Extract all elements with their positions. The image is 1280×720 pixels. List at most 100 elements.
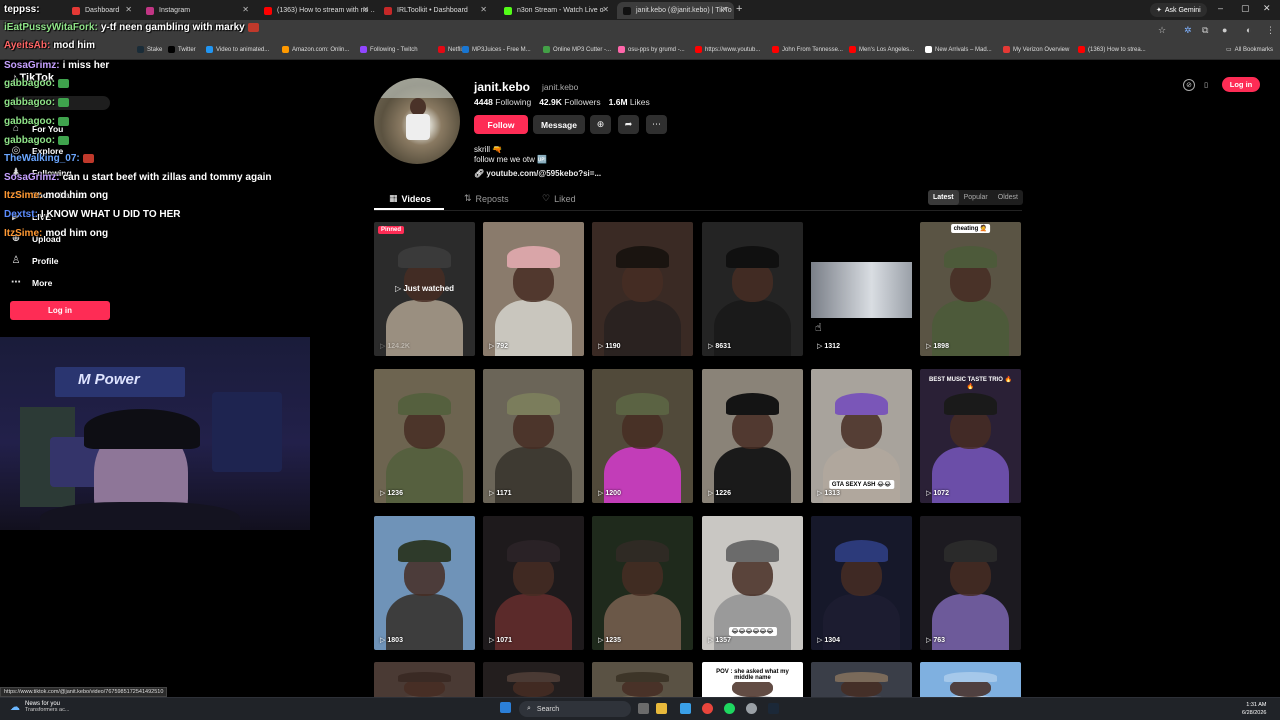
bookmark-favicon-icon [925,46,932,53]
close-window-button[interactable]: ✕ [1263,3,1271,14]
tab-reposts[interactable]: ⇅ Reposts [464,193,509,204]
task-view-icon[interactable] [638,703,649,714]
follow-button[interactable]: Follow [474,115,528,134]
browser-tab[interactable]: janit.kebo (@janit.kebo) | TikTo ✕ [617,2,734,19]
bookmark-item[interactable]: My Verizon Overview [1003,46,1069,53]
video-thumbnail[interactable]: cheating 🤦 ▷ 1898 [920,222,1021,356]
all-bookmarks[interactable]: ▭ All Bookmarks [1226,46,1273,54]
video-thumbnail[interactable]: ▷ 8631 [702,222,803,356]
taskbar-search[interactable]: ⌕ Search [519,701,631,717]
video-thumbnail[interactable]: ▷ 1226 [702,369,803,503]
bookmark-item[interactable]: Netflix [438,46,465,53]
tab-close-icon[interactable]: ✕ [480,5,487,14]
bookmark-item[interactable]: Twitter [168,46,196,53]
bookmark-item[interactable]: MP3Juices - Free M... [462,46,531,53]
steam-icon[interactable] [768,703,779,714]
tab-close-icon[interactable]: ✕ [721,5,728,14]
followers-stat[interactable]: 42.9K Followers [539,97,600,107]
windows-taskbar: ☁ News for you Transformers ac... ⌕ Sear… [0,697,1280,720]
video-thumbnail[interactable]: ▷ 763 [920,516,1021,650]
tab-close-icon[interactable]: ✕ [362,5,369,14]
maximize-button[interactable]: ▢ [1241,3,1250,14]
video-thumbnail[interactable]: ▷ 792 [483,222,584,356]
browser-tab[interactable]: Dashboard ✕ [66,2,138,19]
account-icon[interactable]: ◐ [1246,25,1251,35]
video-thumbnail[interactable]: GTA SEXY ASH 😂😂 ▷ 1313 [811,369,912,503]
chrome-icon[interactable] [702,703,713,714]
video-thumbnail[interactable]: Pinned ▷ Just watched ▷ 124.2K [374,222,475,356]
message-button[interactable]: Message [533,115,585,134]
tab-close-icon[interactable]: ✕ [125,5,132,14]
video-thumbnail[interactable]: ▷ 1071 [483,516,584,650]
profile-avatar[interactable] [374,78,460,164]
view-count: ▷ 1190 [598,342,621,351]
tab-close-icon[interactable]: ✕ [242,5,249,14]
file-explorer-icon[interactable] [656,703,667,714]
view-count-text: 1312 [824,342,840,350]
share-icon[interactable]: ➦ [618,115,639,134]
bookmark-item[interactable]: Video to animated... [206,46,269,53]
video-thumbnail[interactable]: ▷ 1200 [592,369,693,503]
sort-popular[interactable]: Popular [959,190,993,205]
sidebar-login-button[interactable]: Log in [10,301,110,320]
device-icon[interactable]: ▯ [1200,79,1212,91]
profile-avatar-icon[interactable]: ● [1222,25,1227,35]
more-options-icon[interactable]: ⋯ [646,115,667,134]
video-thumbnail[interactable]: ▷ 1312 [811,222,912,356]
spotify-icon[interactable] [724,703,735,714]
bookmark-item[interactable]: Following - Twitch [360,46,418,53]
browser-tab[interactable]: Instagram ✕ [140,2,255,19]
weather-widget[interactable]: ☁ News for you Transformers ac... [10,701,69,713]
bookmark-item[interactable]: osu-pps by grumd -... [618,46,685,53]
bookmark-item[interactable]: New Arrivals – Mad... [925,46,992,53]
video-thumbnail[interactable]: ▷ 1236 [374,369,475,503]
browser-tab[interactable]: IRLToolkit • Dashboard ✕ [378,2,493,19]
star-icon[interactable]: ☆ [1158,25,1166,36]
puzzle-icon[interactable]: ⧉ [1202,25,1208,36]
following-stat[interactable]: 4448 Following [474,97,531,107]
view-count: ▷ 1304 [817,636,840,645]
thumbnail-figure-hat [944,393,997,415]
bookmark-item[interactable]: Online MP3 Cutter -... [543,46,611,53]
bookmark-item[interactable]: Amazon.com: Onlin... [282,46,349,53]
system-clock[interactable]: 1:31 AM 6/28/2026 [1242,701,1266,717]
video-thumbnail[interactable]: 😂😂😂😂😂😂 ▷ 1357 [702,516,803,650]
store-icon[interactable] [680,703,691,714]
avatar-shirt [406,114,430,140]
ask-gemini-button[interactable]: ✦ Ask Gemini [1150,3,1207,17]
tab-close-icon[interactable]: ✕ [602,5,609,14]
video-thumbnail[interactable]: BEST MUSIC TASTE TRIO 🔥🔥 ▷ 1072 [920,369,1021,503]
browser-tab[interactable]: n3on Stream - Watch Live o ✕ [498,2,615,19]
video-thumbnail[interactable]: ▷ 1235 [592,516,693,650]
sidebar-item-more[interactable]: ⋯ More [10,277,52,288]
compass-icon[interactable]: ⊘ [1183,79,1195,91]
sidebar-item-profile[interactable]: ♙ Profile [10,255,59,266]
start-icon[interactable] [500,702,511,713]
video-thumbnail[interactable]: ▷ 1190 [592,222,693,356]
sort-oldest[interactable]: Oldest [993,190,1023,205]
video-thumbnail[interactable]: ▷ 1171 [483,369,584,503]
video-thumbnail[interactable]: ▷ 1304 [811,516,912,650]
menu-icon[interactable]: ⋮ [1266,25,1275,36]
bookmark-item[interactable]: Stake [137,46,162,53]
bookmark-item[interactable]: https://www.youtub... [695,46,760,53]
bio-link[interactable]: 🔗︎ youtube.com/@595kebo?si=... [474,169,601,178]
bookmark-item[interactable]: Men's Los Angeles... [849,46,914,53]
view-count-text: 1898 [933,342,949,350]
bookmark-item[interactable]: (1363) How to strea... [1078,46,1146,53]
browser-tab[interactable]: (1363) How to stream with no ... ✕ [258,2,375,19]
video-thumbnail[interactable]: ▷ 1803 [374,516,475,650]
minimize-button[interactable]: – [1218,3,1223,13]
tab-liked[interactable]: ♡ Liked [542,193,576,204]
sort-latest[interactable]: Latest [928,190,959,205]
thumbnail-figure-face [513,409,554,450]
add-friend-icon[interactable]: ⊕ [590,115,611,134]
header-login-button[interactable]: Log in [1222,77,1260,92]
bio-line-1: skrill 🔫 [474,145,503,154]
extension-icon[interactable]: ✲ [1184,25,1192,36]
chat-text: can u start beef with zillas and tommy a… [62,172,272,183]
tab-videos[interactable]: ▦ Videos [389,193,431,204]
new-tab-button[interactable]: + [736,3,742,15]
bookmark-item[interactable]: John From Tennesse... [772,46,843,53]
obs-icon[interactable] [746,703,757,714]
